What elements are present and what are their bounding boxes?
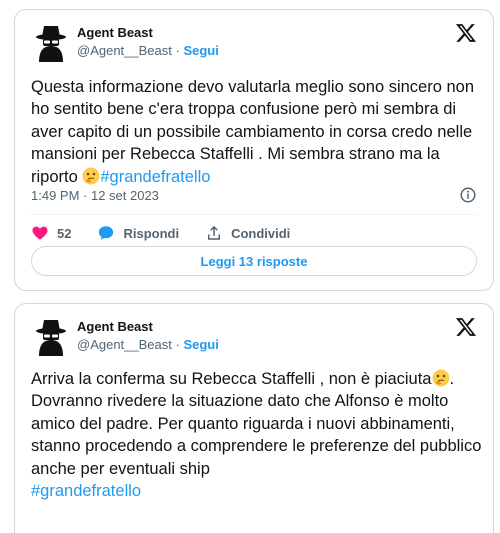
timestamp[interactable]: 1:49 PM · 12 set 2023 [31, 188, 159, 203]
reply-label: Rispondi [123, 225, 180, 241]
separator: · [175, 43, 180, 58]
x-logo-icon[interactable] [455, 22, 477, 44]
hashtag-link[interactable]: #grandefratello [31, 482, 141, 500]
follow-button[interactable]: Segui [183, 337, 218, 352]
x-logo-icon[interactable] [455, 316, 477, 338]
follow-button[interactable]: Segui [183, 43, 218, 58]
tweet-card[interactable]: Agent Beast @Agent__Beast · Segui Arriva… [14, 303, 494, 533]
like-button[interactable]: 52 [31, 224, 71, 242]
like-count: 52 [57, 225, 72, 241]
spy-avatar-icon[interactable] [31, 316, 71, 356]
tweet-card[interactable]: Agent Beast @Agent__Beast · Segui Questa… [14, 9, 494, 291]
read-replies-button[interactable]: Leggi 13 risposte [31, 246, 477, 276]
author-name[interactable]: Agent Beast [77, 319, 153, 334]
handle-row: @Agent__Beast · Segui [77, 337, 219, 352]
tweet-text: Questa informazione devo valutarla megli… [31, 76, 483, 188]
share-icon [208, 225, 221, 240]
divider [31, 214, 477, 215]
action-bar: 52 Rispondi Condividi [31, 221, 316, 245]
hashtag-link[interactable]: #grandefratello [100, 168, 210, 186]
tweet-text: Arriva la conferma su Rebecca Staffelli … [31, 368, 483, 502]
author-name[interactable]: Agent Beast [77, 25, 153, 40]
reply-button[interactable]: Rispondi [97, 224, 179, 242]
reply-bubble-icon [99, 226, 114, 240]
separator: · [175, 337, 180, 352]
share-label: Condividi [231, 225, 291, 241]
thinking-face-emoji-icon [432, 369, 449, 387]
author-handle[interactable]: @Agent__Beast [77, 43, 172, 58]
handle-row: @Agent__Beast · Segui [77, 43, 219, 58]
heart-icon [32, 226, 48, 240]
share-button[interactable]: Condividi [205, 224, 290, 242]
spy-avatar-icon[interactable] [31, 22, 71, 62]
thinking-face-emoji-icon [82, 167, 100, 185]
tweet-body-part1: Arriva la conferma su Rebecca Staffelli … [31, 370, 432, 388]
author-handle[interactable]: @Agent__Beast [77, 337, 172, 352]
info-icon[interactable] [459, 186, 477, 204]
